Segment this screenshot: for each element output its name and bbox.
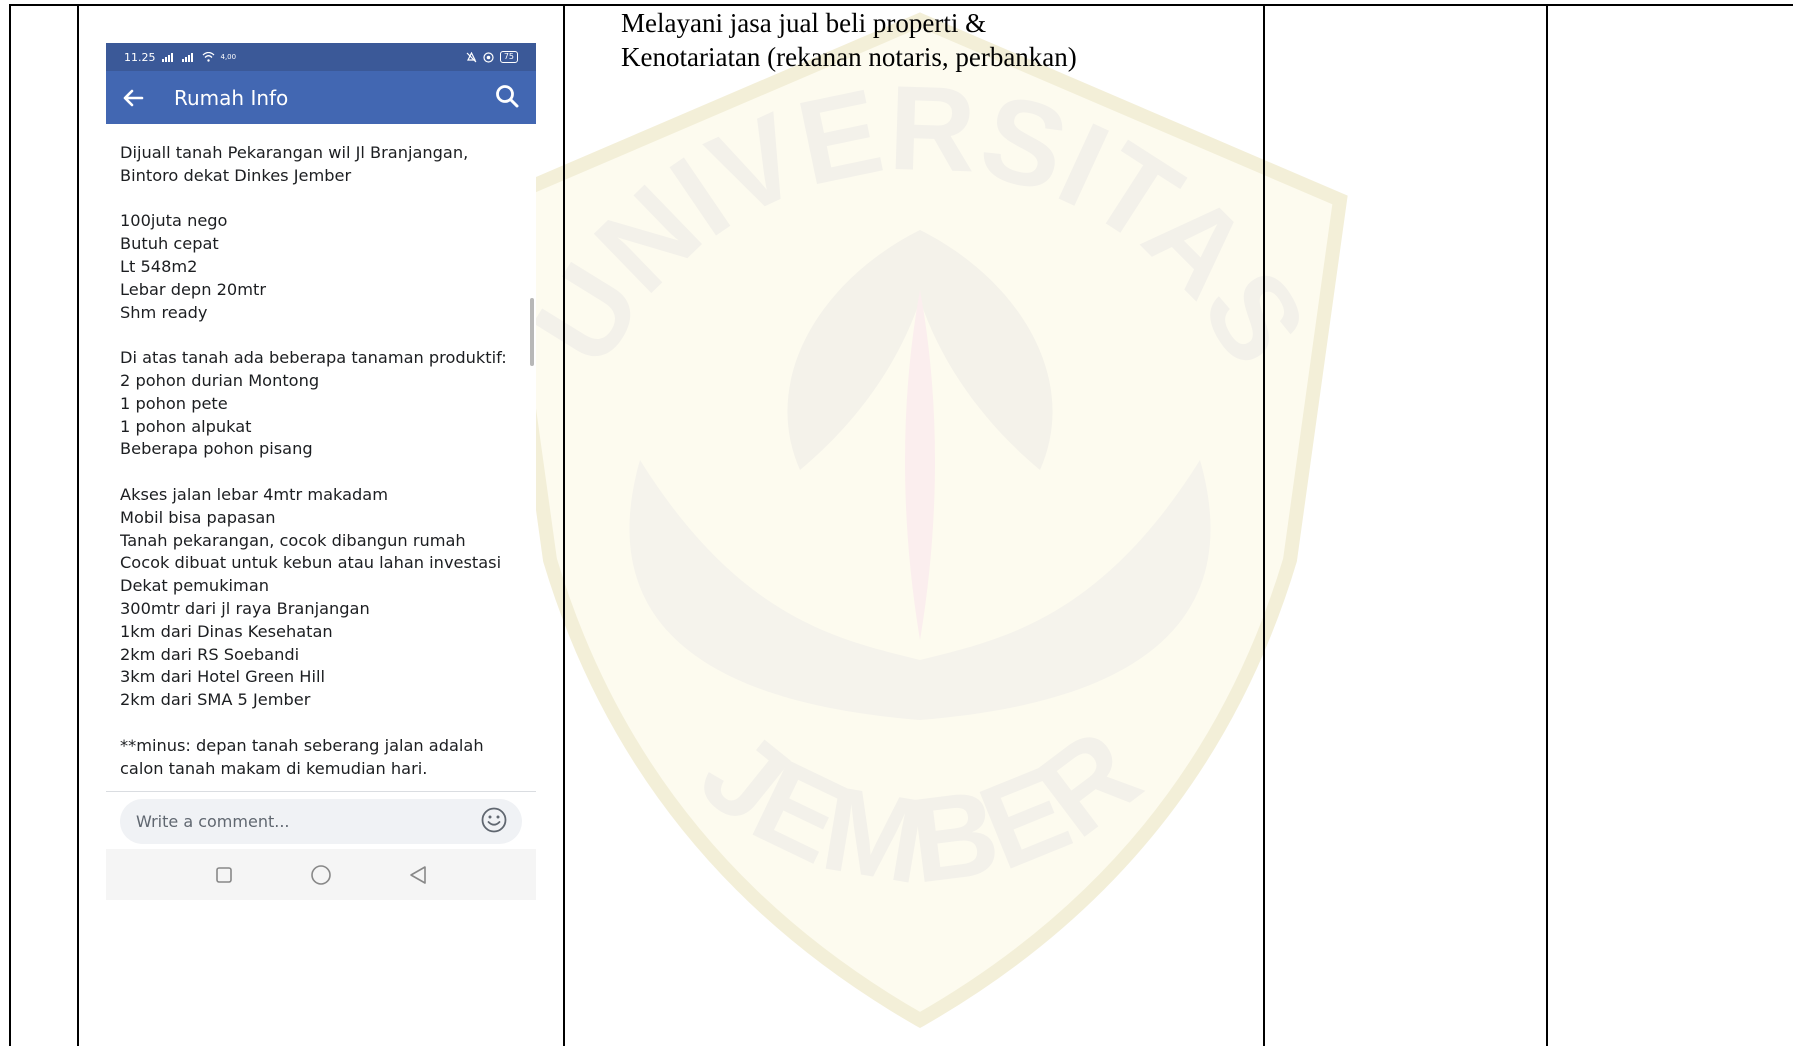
divider bbox=[106, 791, 536, 792]
comment-bar bbox=[120, 799, 522, 844]
post-line: 2km dari SMA 5 Jember bbox=[120, 690, 311, 710]
post-line: Dekat pemukiman bbox=[120, 576, 270, 596]
table-column-border bbox=[563, 4, 565, 1046]
description-line: Melayani jasa jual beli properti & bbox=[621, 8, 987, 38]
app-title: Rumah Info bbox=[174, 85, 289, 110]
post-line: Lt 548m2 bbox=[120, 256, 198, 276]
post-line: 3km dari Hotel Green Hill bbox=[120, 667, 325, 687]
post-line: 1km dari Dinas Kesehatan bbox=[120, 621, 333, 641]
post-line: Dijuall tanah Pekarangan wil Jl Branjang… bbox=[120, 143, 469, 162]
search-button[interactable] bbox=[494, 83, 520, 113]
emoji-icon bbox=[481, 807, 507, 832]
status-bar: 11.25 4,00 75 bbox=[106, 43, 536, 71]
description-cell-text: Melayani jasa jual beli properti & Kenot… bbox=[621, 6, 1077, 74]
table-column-border bbox=[1546, 4, 1548, 1046]
post-line: 300mtr dari jl raya Branjangan bbox=[120, 598, 370, 618]
post-line: **minus: depan tanah seberang jalan adal… bbox=[120, 735, 484, 755]
data-speed: 4,00 bbox=[220, 53, 237, 61]
post-line: Beberapa pohon pisang bbox=[120, 439, 313, 459]
post-line: Cocok dibuat untuk kebun atau lahan inve… bbox=[120, 553, 502, 573]
signal-icon bbox=[181, 52, 193, 62]
battery-icon: 75 bbox=[499, 51, 518, 63]
post-line: calon tanah makam di kemudian hari. bbox=[120, 758, 428, 778]
recent-apps-icon[interactable] bbox=[215, 866, 233, 884]
location-icon bbox=[483, 51, 494, 63]
scrollbar-thumb[interactable] bbox=[530, 298, 534, 366]
phone-screenshot: 11.25 4,00 75 Rumah Info Dijuall tanah P… bbox=[106, 43, 536, 900]
back-button[interactable] bbox=[122, 89, 158, 107]
back-nav-icon[interactable] bbox=[409, 865, 427, 885]
bell-off-icon bbox=[466, 51, 477, 62]
signal-icon bbox=[161, 52, 173, 62]
post-line: Shm ready bbox=[120, 302, 208, 322]
post-line: 2km dari RS Soebandi bbox=[120, 644, 300, 664]
wifi-icon bbox=[202, 52, 214, 62]
emoji-button[interactable] bbox=[480, 806, 508, 838]
back-arrow-icon bbox=[123, 89, 144, 106]
post-line: Di atas tanah ada beberapa tanaman produ… bbox=[120, 348, 507, 368]
comment-input[interactable] bbox=[134, 811, 480, 832]
post-line: 100juta nego bbox=[120, 211, 228, 231]
post-line: Bintoro dekat Dinkes Jember bbox=[120, 165, 352, 185]
search-icon bbox=[496, 84, 519, 107]
post-text: Dijuall tanah Pekarangan wil Jl Branjang… bbox=[120, 142, 522, 832]
table-column-border bbox=[77, 4, 79, 1046]
app-header: Rumah Info bbox=[106, 71, 536, 124]
post-line: Akses jalan lebar 4mtr makadam bbox=[120, 484, 388, 504]
post-line: Mobil bisa papasan bbox=[120, 507, 276, 527]
post-line: Tanah pekarangan, cocok dibangun rumah bbox=[120, 530, 466, 550]
post-line: Butuh cepat bbox=[120, 234, 219, 254]
home-icon[interactable] bbox=[310, 864, 332, 886]
post-line: 1 pohon alpukat bbox=[120, 416, 252, 436]
post-line: Lebar depn 20mtr bbox=[120, 279, 266, 299]
description-line: Kenotariatan (rekanan notaris, perbankan… bbox=[621, 42, 1077, 72]
status-time: 11.25 bbox=[124, 50, 156, 64]
table-column-border bbox=[9, 4, 11, 1046]
post-line: 1 pohon pete bbox=[120, 393, 228, 413]
table-column-border bbox=[1263, 4, 1265, 1046]
post-line: 2 pohon durian Montong bbox=[120, 370, 320, 390]
android-nav-bar bbox=[106, 849, 536, 900]
